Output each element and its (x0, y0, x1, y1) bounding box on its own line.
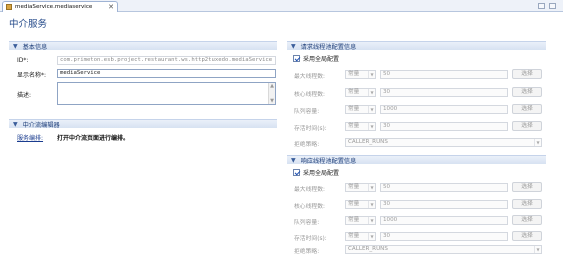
mode-value: 常量 (348, 123, 360, 129)
request-core-threads-label: 核心线程数: (294, 92, 325, 98)
dropdown-arrow-icon[interactable]: ▼ (368, 184, 375, 191)
response-use-global-checkbox[interactable]: 采用全局配置 (293, 168, 339, 177)
basic-info-title: 基本信息 (22, 43, 48, 51)
mode-value: 常量 (348, 89, 360, 95)
mediation-editor-hint: 打开中介流页面进行编排。 (57, 135, 130, 142)
dropdown-arrow-icon[interactable]: ▼ (368, 217, 375, 224)
basic-info-header[interactable]: ▼ 基本信息 (9, 41, 277, 51)
page-title: 中介服务 (9, 19, 48, 30)
request-pool-title: 请求线程池配置信息 (300, 43, 357, 51)
response-keepalive-field[interactable]: 30 (380, 232, 508, 241)
scroll-down-icon[interactable]: ▼ (269, 98, 275, 104)
editor-tab-label: mediaService.mediaservice (15, 4, 93, 10)
mode-value: 常量 (348, 106, 360, 112)
request-max-threads-label: 最大线程数: (294, 74, 325, 80)
request-pool-header[interactable]: ▼ 请求线程池配置信息 (287, 41, 546, 51)
mode-value: 常量 (348, 71, 360, 77)
response-max-threads-label: 最大线程数: (294, 187, 325, 193)
response-reject-policy-select[interactable]: CALLER_RUNS ▼ (345, 245, 542, 254)
response-queue-capacity-field[interactable]: 1000 (380, 216, 508, 225)
request-max-threads-field[interactable]: 50 (380, 70, 508, 79)
response-core-threads-select-button[interactable]: 选择 (512, 199, 542, 209)
response-max-threads-mode[interactable]: 常量 ▼ (345, 183, 376, 192)
dropdown-arrow-icon[interactable]: ▼ (534, 139, 541, 146)
request-core-threads-select-button[interactable]: 选择 (512, 87, 542, 97)
response-max-threads-select-button[interactable]: 选择 (512, 182, 542, 192)
request-core-threads-field[interactable]: 30 (380, 88, 508, 97)
service-orchestration-link[interactable]: 服务编排: (17, 133, 43, 142)
request-queue-capacity-field[interactable]: 1000 (380, 105, 508, 114)
request-reject-policy-select[interactable]: CALLER_RUNS ▼ (345, 138, 542, 147)
description-field[interactable]: ▲ ▼ (57, 82, 276, 105)
request-max-threads-mode[interactable]: 常量 ▼ (345, 70, 376, 79)
display-name-label: 显示名称*: (17, 72, 47, 79)
request-queue-capacity-label: 队列容量: (294, 109, 320, 115)
response-keepalive-select-button[interactable]: 选择 (512, 231, 542, 241)
request-keepalive-mode[interactable]: 常量 ▼ (345, 122, 376, 131)
checkbox-checked-icon[interactable] (293, 55, 300, 62)
request-reject-policy-label: 拒绝策略: (294, 142, 320, 148)
display-name-field[interactable]: mediaService (57, 69, 276, 78)
response-pool-title: 响应线程池配置信息 (300, 157, 357, 165)
response-queue-capacity-label: 队列容量: (294, 220, 320, 226)
reject-policy-value: CALLER_RUNS (348, 139, 388, 145)
request-use-global-label: 采用全局配置 (303, 56, 340, 63)
response-core-threads-mode[interactable]: 常量 ▼ (345, 200, 376, 209)
response-max-threads-field[interactable]: 50 (380, 183, 508, 192)
description-label: 描述: (17, 92, 32, 99)
editor-tab[interactable]: mediaService.mediaservice ✕ (2, 1, 118, 12)
response-core-threads-field[interactable]: 30 (380, 200, 508, 209)
response-reject-policy-label: 拒绝策略: (294, 249, 320, 255)
dropdown-arrow-icon[interactable]: ▼ (368, 201, 375, 208)
request-queue-capacity-select-button[interactable]: 选择 (512, 104, 542, 114)
response-queue-capacity-mode[interactable]: 常量 ▼ (345, 216, 376, 225)
file-icon (6, 4, 12, 10)
maximize-button[interactable] (549, 3, 556, 9)
request-keepalive-label: 存活时间(s): (294, 126, 327, 132)
dropdown-arrow-icon[interactable]: ▼ (368, 123, 375, 130)
request-queue-capacity-mode[interactable]: 常量 ▼ (345, 105, 376, 114)
mode-value: 常量 (348, 184, 360, 190)
description-scrollbar[interactable]: ▲ ▼ (268, 83, 275, 104)
request-keepalive-select-button[interactable]: 选择 (512, 121, 542, 131)
scroll-up-icon[interactable]: ▲ (269, 83, 275, 89)
close-icon[interactable]: ✕ (108, 3, 114, 11)
response-core-threads-label: 核心线程数: (294, 204, 325, 210)
mode-value: 常量 (348, 233, 360, 239)
chevron-down-icon[interactable]: ▼ (291, 43, 296, 50)
mode-value: 常量 (348, 201, 360, 207)
dropdown-arrow-icon[interactable]: ▼ (368, 106, 375, 113)
id-label: ID*: (17, 57, 29, 64)
request-core-threads-mode[interactable]: 常量 ▼ (345, 88, 376, 97)
response-pool-header[interactable]: ▼ 响应线程池配置信息 (287, 155, 546, 165)
editor-tab-bar: mediaService.mediaservice ✕ (0, 0, 563, 12)
response-keepalive-label: 存活时间(s): (294, 236, 327, 242)
checkbox-checked-icon[interactable] (293, 169, 300, 176)
chevron-down-icon[interactable]: ▼ (13, 43, 18, 50)
response-queue-capacity-select-button[interactable]: 选择 (512, 215, 542, 225)
request-max-threads-select-button[interactable]: 选择 (512, 69, 542, 79)
chevron-down-icon[interactable]: ▼ (13, 121, 18, 128)
dropdown-arrow-icon[interactable]: ▼ (368, 233, 375, 240)
dropdown-arrow-icon[interactable]: ▼ (368, 71, 375, 78)
response-use-global-label: 采用全局配置 (303, 170, 340, 177)
mode-value: 常量 (348, 217, 360, 223)
request-keepalive-field[interactable]: 30 (380, 122, 508, 131)
chevron-down-icon[interactable]: ▼ (291, 157, 296, 164)
mediation-editor-header[interactable]: ▼ 中介流编辑器 (9, 119, 277, 129)
response-keepalive-mode[interactable]: 常量 ▼ (345, 232, 376, 241)
minimize-button[interactable] (538, 3, 545, 9)
id-field[interactable]: com.primeton.esb.project.restaurant.ws.h… (57, 56, 276, 65)
dropdown-arrow-icon[interactable]: ▼ (368, 89, 375, 96)
dropdown-arrow-icon[interactable]: ▼ (534, 246, 541, 253)
request-use-global-checkbox[interactable]: 采用全局配置 (293, 54, 339, 63)
reject-policy-value: CALLER_RUNS (348, 246, 388, 252)
mediation-editor-title: 中介流编辑器 (22, 121, 60, 129)
